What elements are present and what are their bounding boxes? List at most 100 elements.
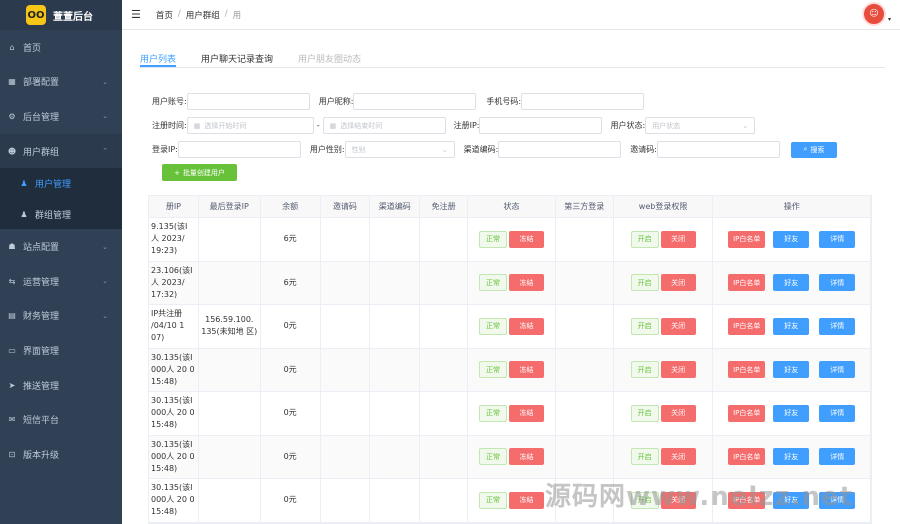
channel-input[interactable] [498, 141, 622, 158]
third-party-cell [556, 435, 614, 478]
actions-cell: IP白名单 好友 详情 [713, 392, 871, 435]
web-enable-button[interactable]: 开启 [630, 317, 659, 335]
status-normal-button[interactable]: 正常 [479, 230, 507, 248]
status-freeze-button[interactable]: 冻结 [509, 317, 544, 335]
start-date-input[interactable]: ▦ 选择开始时间 [186, 117, 314, 134]
status-normal-button[interactable]: 正常 [479, 448, 507, 466]
regip-input[interactable] [479, 117, 603, 134]
web-disable-button[interactable]: 关闭 [660, 448, 696, 466]
web-disable-button[interactable]: 关闭 [660, 230, 696, 248]
sidebar-subitem[interactable]: ♟ 群组管理 [0, 198, 122, 230]
web-enable-button[interactable]: 开启 [630, 448, 659, 466]
status-freeze-button[interactable]: 冻结 [509, 230, 544, 248]
batch-create-button[interactable]: + 批量创建用户 [162, 164, 237, 181]
status-normal-button[interactable]: 正常 [479, 274, 507, 292]
sidebar-item[interactable]: ⇆ 运营管理 ⌄ [0, 264, 122, 299]
menu-icon: ⊡ [8, 449, 16, 459]
sidebar-item[interactable]: ⌂ 首页 [0, 30, 122, 65]
hamburger-icon[interactable]: ☰ [131, 8, 141, 21]
status-freeze-button[interactable]: 冻结 [509, 491, 544, 509]
regip-label: 注册IP: [453, 121, 480, 130]
status-freeze-button[interactable]: 冻结 [509, 274, 544, 292]
end-date-input[interactable]: ▦ 选择结束时间 [322, 117, 446, 134]
nickname-input[interactable] [353, 93, 477, 110]
tab-user-list[interactable]: 用户列表 [140, 52, 177, 67]
watermark: 源码网www.nelzz.net [545, 482, 854, 512]
ip-whitelist-button[interactable]: IP白名单 [728, 404, 766, 422]
detail-button[interactable]: 详情 [819, 230, 856, 248]
account-input[interactable] [186, 93, 310, 110]
sidebar-item[interactable]: ▦ 部署配置 ⌄ [0, 65, 122, 100]
third-party-cell [556, 261, 614, 304]
sidebar-item[interactable]: ⚙ 后台管理 ⌄ [0, 99, 122, 134]
column-header: 最后登录IP [199, 196, 261, 217]
tab-chat-records[interactable]: 用户聊天记录查询 [201, 52, 273, 67]
search-button[interactable]: ⌕ 搜索 [791, 141, 837, 158]
sidebar-item[interactable]: ▭ 界面管理 [0, 333, 122, 368]
detail-button[interactable]: 详情 [819, 404, 856, 422]
web-disable-button[interactable]: 关闭 [660, 361, 696, 379]
status-normal-button[interactable]: 正常 [479, 361, 507, 379]
chevron-down-icon[interactable]: ▾ [888, 16, 891, 23]
web-disable-button[interactable]: 关闭 [660, 404, 696, 422]
actions-cell: IP白名单 好友 详情 [713, 435, 871, 478]
status-select[interactable]: 用户状态 ⌄ [645, 117, 756, 134]
ip-whitelist-button[interactable]: IP白名单 [728, 448, 766, 466]
column-header: 邀请码 [321, 196, 371, 217]
status-normal-button[interactable]: 正常 [479, 317, 507, 335]
reg-ip-cell: 30.135(该I 000人 20 0 15:48) [149, 348, 199, 391]
tab-moments[interactable]: 用户朋友圈动态 [298, 52, 361, 67]
sidebar-item[interactable]: ✉ 短信平台 [0, 402, 122, 437]
status-freeze-button[interactable]: 冻结 [509, 361, 544, 379]
balance-cell: 6元 [261, 261, 321, 304]
calendar-icon: ▦ [329, 121, 337, 130]
ip-whitelist-button[interactable]: IP白名单 [728, 317, 766, 335]
friend-button[interactable]: 好友 [773, 317, 810, 335]
detail-button[interactable]: 详情 [819, 317, 856, 335]
loginip-input[interactable] [177, 141, 301, 158]
plus-icon: + [174, 168, 180, 177]
invite-input[interactable] [657, 141, 780, 158]
ip-whitelist-button[interactable]: IP白名单 [728, 361, 766, 379]
column-header: 渠道编码 [370, 196, 421, 217]
web-enable-button[interactable]: 开启 [630, 274, 659, 292]
sidebar-item-label: 后台管理 [23, 112, 60, 123]
sidebar-item[interactable]: ➤ 推送管理 [0, 368, 122, 403]
sidebar-item[interactable]: ▤ 财务管理 ⌄ [0, 299, 122, 334]
detail-button[interactable]: 详情 [819, 274, 856, 292]
friend-button[interactable]: 好友 [773, 448, 810, 466]
web-login-cell: 开启 关闭 [614, 348, 714, 391]
avatar[interactable]: ☺ [862, 2, 886, 26]
friend-button[interactable]: 好友 [773, 230, 810, 248]
sidebar-item[interactable]: ☗ 站点配置 ⌄ [0, 229, 122, 264]
free-register-cell [420, 218, 469, 261]
ip-whitelist-button[interactable]: IP白名单 [728, 230, 766, 248]
detail-button[interactable]: 详情 [819, 361, 856, 379]
channel-code-cell [370, 218, 421, 261]
table-row: 23.106(该I 人 2023/ 17:32) 6元 正常 冻结 开启 关闭 I… [149, 261, 871, 305]
web-enable-button[interactable]: 开启 [630, 230, 659, 248]
sidebar-item[interactable]: ☻ 用户群组 ⌃ [0, 133, 122, 169]
web-enable-button[interactable]: 开启 [630, 404, 659, 422]
web-disable-button[interactable]: 关闭 [660, 317, 696, 335]
status-normal-button[interactable]: 正常 [479, 491, 507, 509]
status-freeze-button[interactable]: 冻结 [509, 448, 544, 466]
logo[interactable]: OO 萱萱后台 [0, 0, 122, 30]
ip-whitelist-button[interactable]: IP白名单 [728, 274, 766, 292]
friend-button[interactable]: 好友 [773, 361, 810, 379]
friend-button[interactable]: 好友 [773, 404, 810, 422]
reg-ip-cell: 30.135(该I 000人 20 0 15:48) [149, 392, 199, 435]
gender-select[interactable]: 性别 ⌄ [344, 141, 455, 158]
detail-button[interactable]: 详情 [819, 448, 856, 466]
phone-input[interactable] [521, 93, 645, 110]
sidebar-item[interactable]: ⊡ 版本升级 [0, 437, 122, 472]
third-party-cell [556, 218, 614, 261]
status-normal-button[interactable]: 正常 [479, 404, 507, 422]
breadcrumb-user-groups[interactable]: 用户群组 [186, 9, 220, 21]
status-freeze-button[interactable]: 冻结 [509, 404, 544, 422]
web-enable-button[interactable]: 开启 [630, 361, 659, 379]
web-disable-button[interactable]: 关闭 [660, 274, 696, 292]
sidebar-subitem[interactable]: ♟ 用户管理 [0, 168, 122, 199]
breadcrumb-home[interactable]: 首页 [156, 9, 173, 21]
friend-button[interactable]: 好友 [773, 274, 810, 292]
